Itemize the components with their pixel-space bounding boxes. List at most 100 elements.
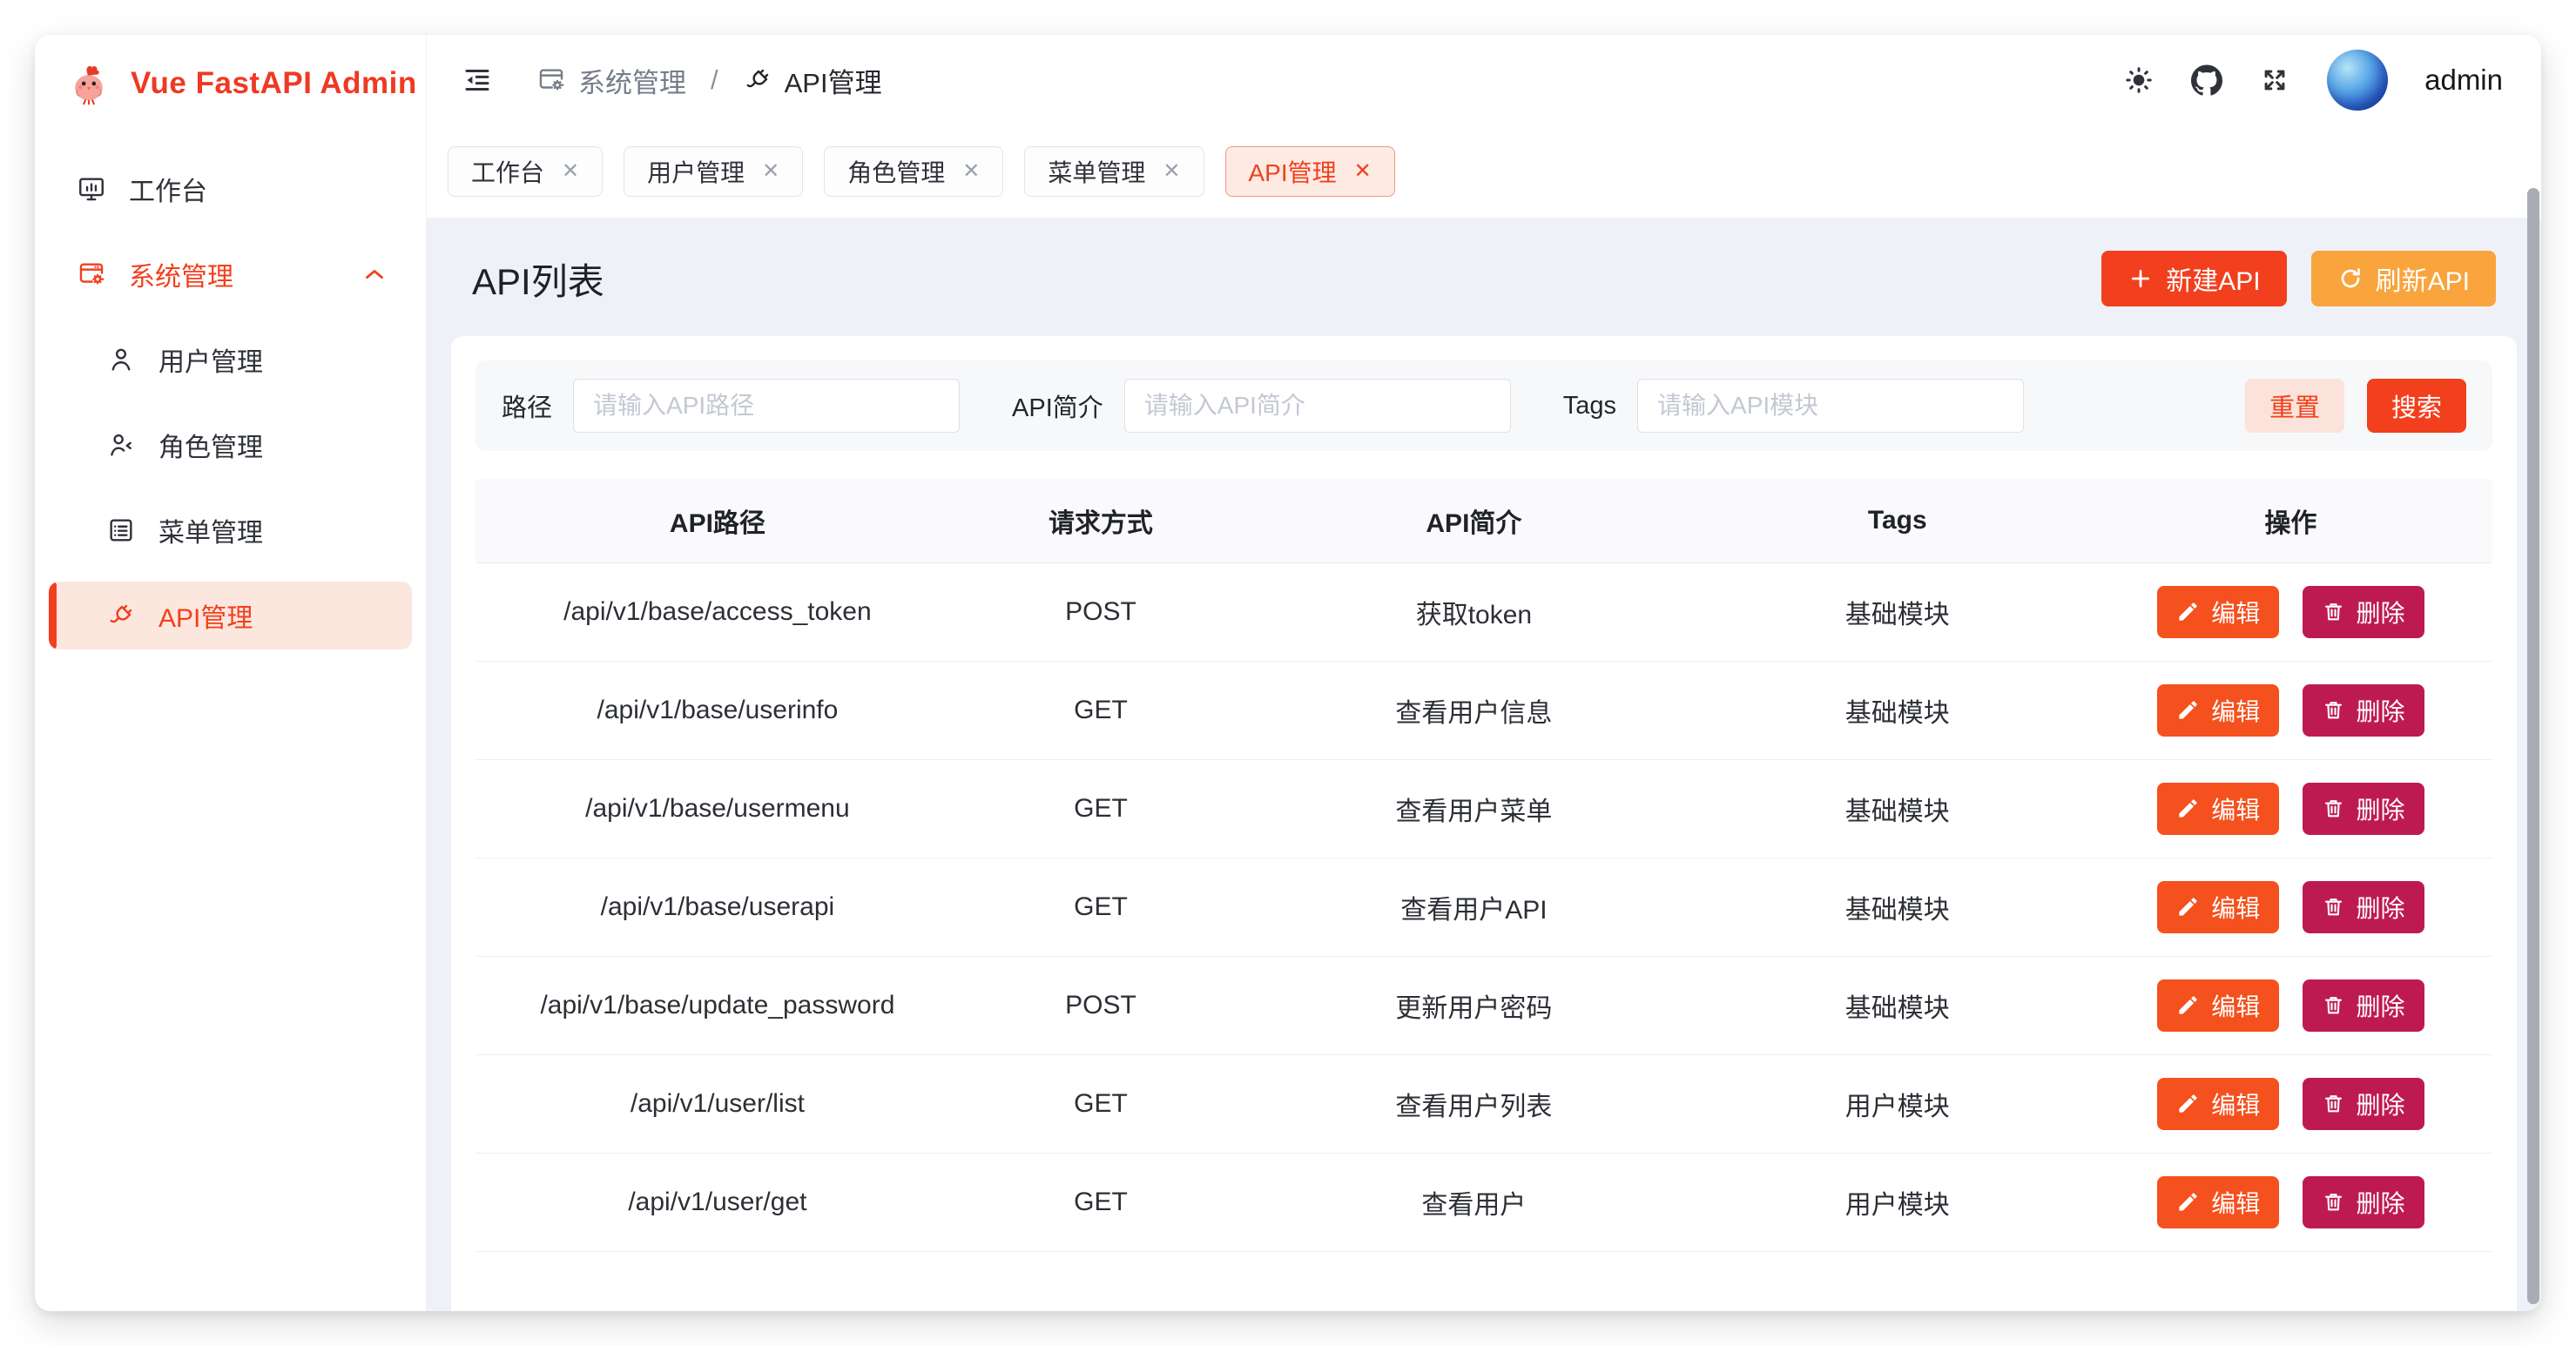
pencil-icon <box>2176 1190 2200 1214</box>
delete-button-label: 删除 <box>2357 693 2405 728</box>
summary-filter-input[interactable] <box>1124 379 1511 433</box>
tab-api-management[interactable]: API管理 ✕ <box>1225 146 1395 197</box>
pencil-icon <box>2176 797 2200 820</box>
monitor-icon <box>77 174 106 204</box>
delete-button-label: 删除 <box>2357 595 2405 629</box>
tab-user-management[interactable]: 用户管理 ✕ <box>624 146 803 197</box>
plus-icon <box>2128 266 2154 292</box>
tab-workbench[interactable]: 工作台 ✕ <box>448 146 603 197</box>
chick-mascot-icon <box>64 59 113 108</box>
tab-label: 用户管理 <box>647 154 745 189</box>
tags-cell: 用户模块 <box>1706 1054 2089 1153</box>
reset-button[interactable]: 重置 <box>2245 379 2344 433</box>
sidebar-item-label: 用户管理 <box>158 340 263 379</box>
summary-filter-label: API简介 <box>1012 387 1103 424</box>
edit-button[interactable]: 编辑 <box>2157 1176 2279 1228</box>
theme-toggle-button[interactable] <box>2123 64 2155 96</box>
refresh-api-button[interactable]: 刷新API <box>2311 251 2496 306</box>
tab-label: 菜单管理 <box>1048 154 1145 189</box>
search-button[interactable]: 搜索 <box>2367 379 2466 433</box>
table-row: /api/v1/base/userapi GET 查看用户API 基础模块 编辑… <box>475 858 2492 956</box>
sidebar-item-api-management[interactable]: API管理 <box>49 582 412 649</box>
trash-icon <box>2322 797 2345 820</box>
scrollbar-thumb[interactable] <box>2527 188 2539 1304</box>
create-api-button[interactable]: 新建API <box>2101 251 2286 306</box>
breadcrumb-parent[interactable]: 系统管理 <box>536 61 686 100</box>
tags-cell: 用户模块 <box>1706 1153 2089 1251</box>
pencil-icon <box>2176 993 2200 1017</box>
delete-button[interactable]: 删除 <box>2303 1078 2424 1130</box>
sidebar-item-user-management[interactable]: 用户管理 <box>49 326 412 394</box>
table-header-row: API路径 请求方式 API简介 Tags 操作 <box>475 479 2492 562</box>
delete-button[interactable]: 删除 <box>2303 783 2424 835</box>
tab-close-icon[interactable]: ✕ <box>962 161 980 182</box>
column-header-summary: API简介 <box>1242 479 1706 562</box>
tab-close-icon[interactable]: ✕ <box>562 161 579 182</box>
sidebar-item-workbench[interactable]: 工作台 <box>49 155 412 223</box>
sidebar-item-label: API管理 <box>158 596 253 635</box>
actions-cell: 编辑 删除 <box>2089 661 2492 759</box>
tab-bar: 工作台 ✕ 用户管理 ✕ 角色管理 ✕ 菜单管理 ✕ API管理 ✕ <box>427 125 2541 218</box>
table-row: /api/v1/user/get GET 查看用户 用户模块 编辑 删除 <box>475 1153 2492 1251</box>
method-cell: GET <box>960 661 1242 759</box>
main-area: 系统管理 / API管理 <box>427 35 2541 1311</box>
window-gear-icon <box>536 65 566 95</box>
edit-button[interactable]: 编辑 <box>2157 586 2279 638</box>
sidebar-item-system[interactable]: 系统管理 <box>49 240 412 308</box>
delete-button[interactable]: 删除 <box>2303 1176 2424 1228</box>
actions-cell: 编辑 删除 <box>2089 858 2492 956</box>
github-icon <box>2191 64 2222 96</box>
delete-button[interactable]: 删除 <box>2303 979 2424 1032</box>
person-chevron-icon <box>106 430 136 460</box>
column-header-actions: 操作 <box>2089 479 2492 562</box>
tab-label: API管理 <box>1249 154 1337 189</box>
pencil-icon <box>2176 600 2200 623</box>
sidebar-item-label: 系统管理 <box>129 255 233 293</box>
tags-cell: 基础模块 <box>1706 759 2089 858</box>
delete-button[interactable]: 删除 <box>2303 586 2424 638</box>
summary-cell: 查看用户菜单 <box>1242 759 1706 858</box>
github-link[interactable] <box>2191 64 2222 96</box>
column-header-path: API路径 <box>475 479 960 562</box>
delete-button[interactable]: 删除 <box>2303 684 2424 737</box>
sidebar-collapse-button[interactable] <box>462 64 493 96</box>
table-row: /api/v1/base/update_password POST 更新用户密码… <box>475 956 2492 1054</box>
tags-filter-input[interactable] <box>1637 379 2024 433</box>
edit-button-label: 编辑 <box>2211 1087 2260 1121</box>
edit-button[interactable]: 编辑 <box>2157 979 2279 1032</box>
sidebar-item-role-management[interactable]: 角色管理 <box>49 411 412 479</box>
edit-button[interactable]: 编辑 <box>2157 783 2279 835</box>
edit-button-label: 编辑 <box>2211 890 2260 925</box>
sidebar-item-menu-management[interactable]: 菜单管理 <box>49 496 412 564</box>
create-api-label: 新建API <box>2166 259 2260 298</box>
sidebar: Vue FastAPI Admin 工作台 系统管理 <box>35 35 427 1311</box>
username-label[interactable]: admin <box>2424 64 2503 97</box>
tab-close-icon[interactable]: ✕ <box>1354 161 1372 182</box>
delete-button[interactable]: 删除 <box>2303 881 2424 933</box>
edit-button-label: 编辑 <box>2211 595 2260 629</box>
breadcrumb-current[interactable]: API管理 <box>743 61 882 100</box>
tags-cell: 基础模块 <box>1706 956 2089 1054</box>
edit-button[interactable]: 编辑 <box>2157 684 2279 737</box>
trash-icon <box>2322 698 2345 722</box>
method-cell: POST <box>960 562 1242 661</box>
path-filter-input[interactable] <box>573 379 960 433</box>
user-avatar[interactable] <box>2327 50 2388 111</box>
pencil-icon <box>2176 698 2200 722</box>
chevron-up-icon <box>360 259 389 289</box>
summary-cell: 查看用户 <box>1242 1153 1706 1251</box>
api-path-cell: /api/v1/base/usermenu <box>475 759 960 858</box>
edit-button[interactable]: 编辑 <box>2157 881 2279 933</box>
refresh-icon <box>2337 266 2364 292</box>
brand-logo-row[interactable]: Vue FastAPI Admin <box>35 35 426 129</box>
column-header-tags: Tags <box>1706 479 2089 562</box>
tab-role-management[interactable]: 角色管理 ✕ <box>824 146 1003 197</box>
fullscreen-button[interactable] <box>2259 64 2290 96</box>
edit-button[interactable]: 编辑 <box>2157 1078 2279 1130</box>
tab-menu-management[interactable]: 菜单管理 ✕ <box>1024 146 1204 197</box>
actions-cell: 编辑 删除 <box>2089 562 2492 661</box>
trash-icon <box>2322 600 2345 623</box>
summary-cell: 查看用户列表 <box>1242 1054 1706 1153</box>
tab-close-icon[interactable]: ✕ <box>762 161 779 182</box>
tab-close-icon[interactable]: ✕ <box>1163 161 1180 182</box>
